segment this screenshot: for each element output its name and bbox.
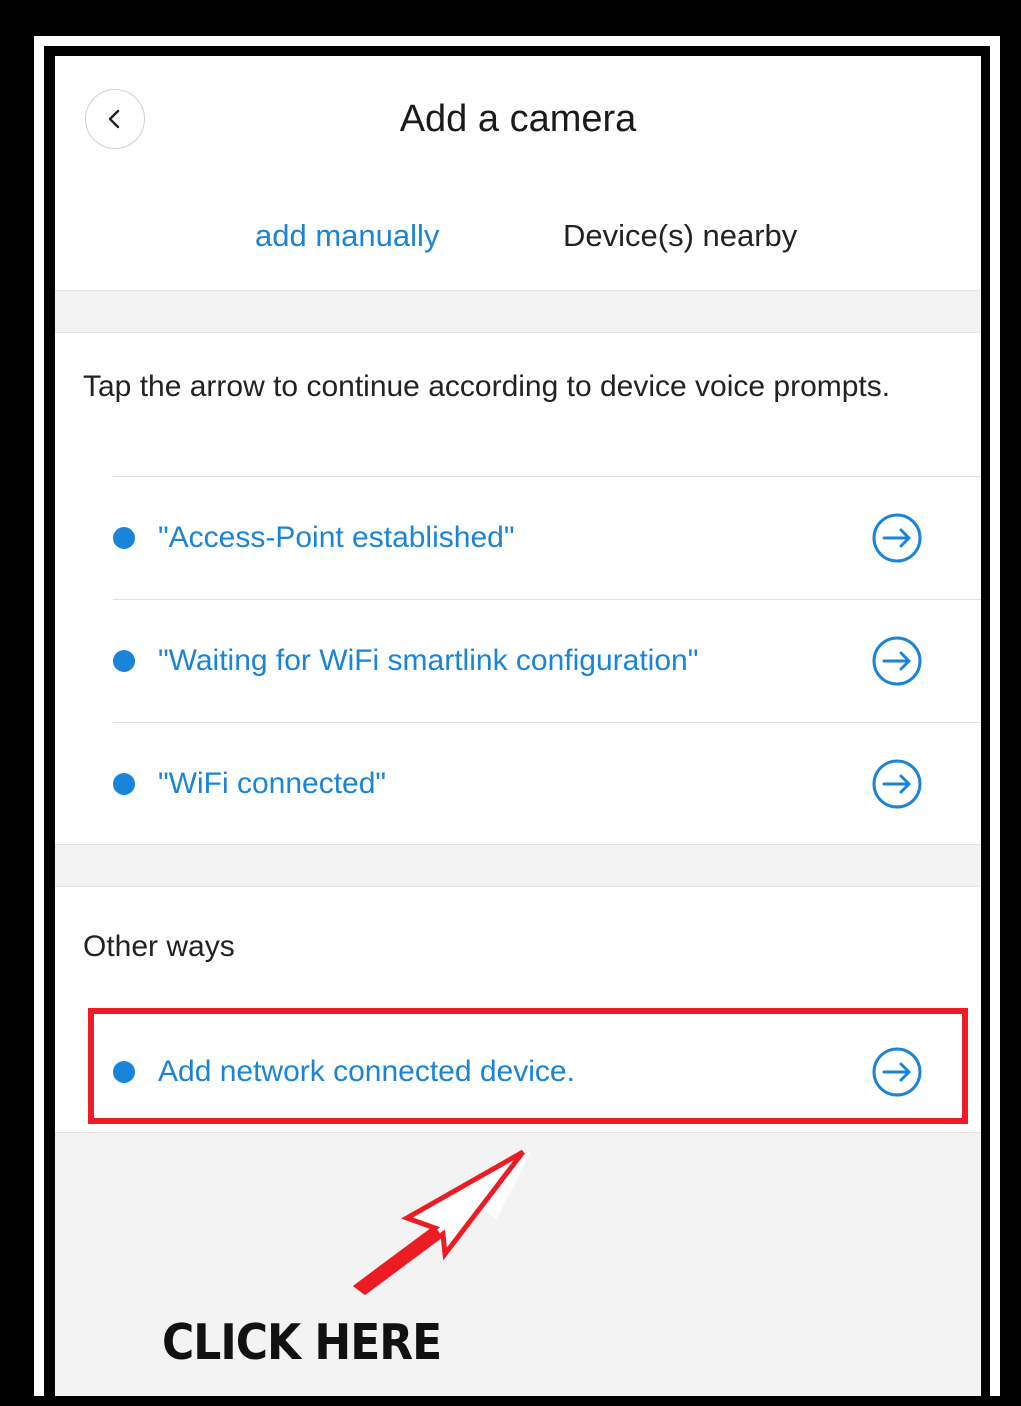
arrow-right-circle-icon[interactable] [871,635,923,687]
arrow-right-circle-icon[interactable] [871,758,923,810]
arrow-right-circle-icon[interactable] [871,512,923,564]
bullet-dot [113,649,135,672]
tab-devices-nearby[interactable]: Device(s) nearby [563,218,797,254]
other-ways-heading: Other ways [83,930,235,963]
section-divider [55,290,981,333]
annotation-label: CLICK HERE [162,1314,442,1372]
section-divider [55,844,981,887]
page-title: Add a camera [399,98,637,140]
prompt-label: "Waiting for WiFi smartlink configuratio… [158,643,699,677]
prompt-row-waiting-smartlink[interactable]: "Waiting for WiFi smartlink configuratio… [113,599,981,721]
bullet-dot [113,772,135,795]
prompt-label: "WiFi connected" [158,766,387,800]
prompt-row-access-point[interactable]: "Access-Point established" [113,476,981,598]
instructions-text: Tap the arrow to continue according to d… [83,370,891,403]
tab-add-manually[interactable]: add manually [255,218,439,254]
annotation-highlight-box [88,1008,968,1124]
annotation-arrow-icon [352,1149,531,1296]
prompt-label: "Access-Point established" [158,520,515,554]
app-screen: Add a camera add manually Device(s) near… [55,56,981,1396]
prompt-row-wifi-connected[interactable]: "WiFi connected" [113,722,981,844]
bullet-dot [113,526,135,549]
